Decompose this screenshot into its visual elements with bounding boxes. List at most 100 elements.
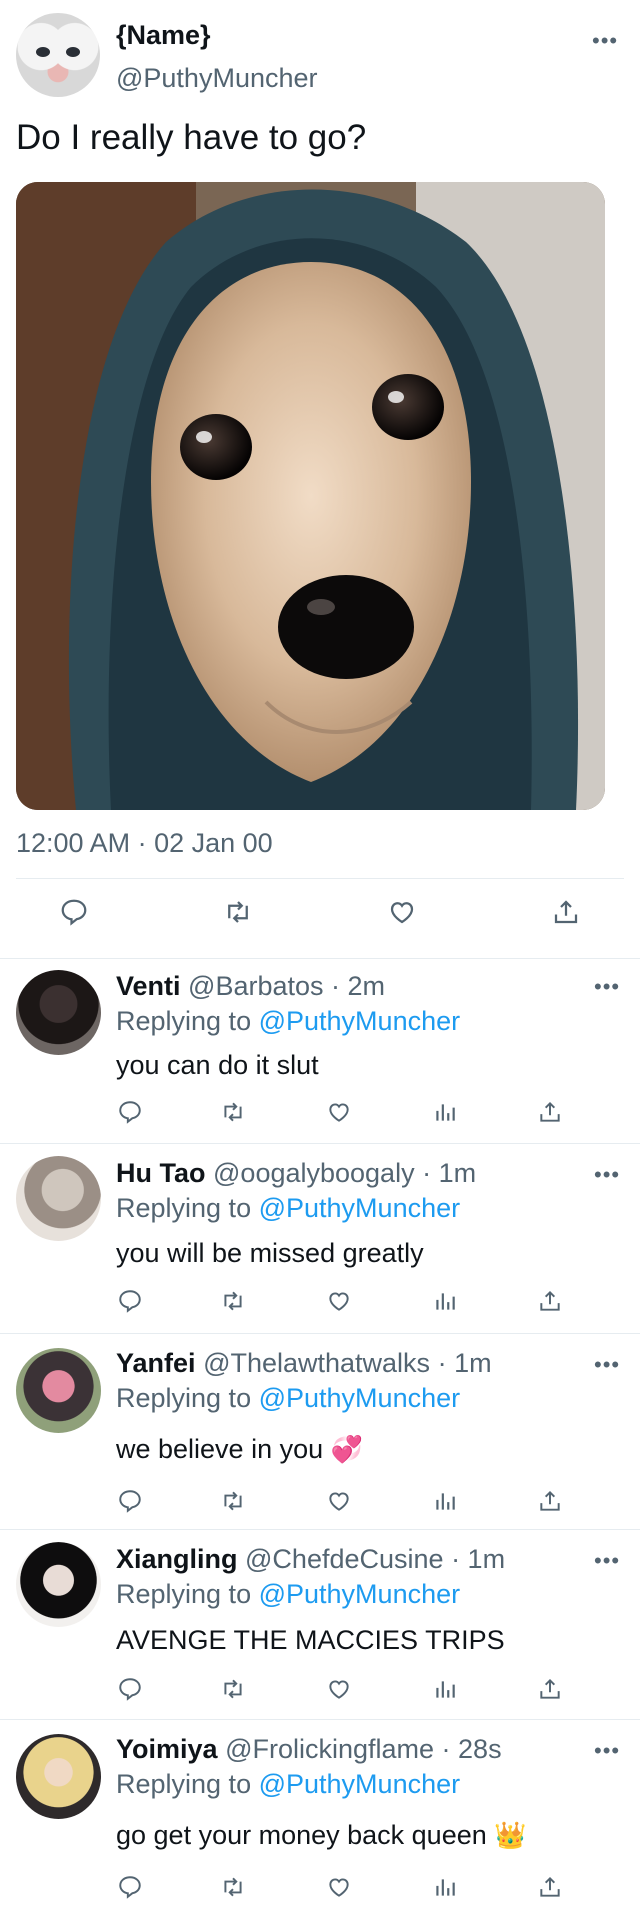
analytics-icon[interactable] bbox=[428, 1484, 462, 1518]
reply-tweet[interactable]: Venti @Barbatos · 2m ••• Replying to @Pu… bbox=[0, 960, 640, 1144]
replying-to: Replying to @PuthyMuncher bbox=[116, 1383, 460, 1414]
reply-tweet[interactable]: Hu Tao @oogalyboogaly · 1m ••• Replying … bbox=[0, 1144, 640, 1334]
avatar[interactable] bbox=[16, 1542, 101, 1627]
two-hearts-emoji: 💞 bbox=[330, 1435, 364, 1465]
replying-label: Replying to bbox=[116, 1383, 252, 1413]
reply-time: · 2m bbox=[331, 971, 386, 1001]
mention-link[interactable]: @PuthyMuncher bbox=[259, 1193, 461, 1223]
reply-text: you can do it slut bbox=[116, 1050, 319, 1081]
reply-icon[interactable] bbox=[113, 1672, 147, 1706]
more-icon[interactable]: ••• bbox=[592, 28, 618, 54]
author-name[interactable]: {Name} bbox=[116, 20, 211, 51]
reply-icon[interactable] bbox=[113, 1484, 147, 1518]
mention-link[interactable]: @PuthyMuncher bbox=[259, 1006, 461, 1036]
reply-text-content: AVENGE THE MACCIES TRIPS bbox=[116, 1625, 505, 1655]
reply-author-handle[interactable]: @Frolickingflame bbox=[225, 1734, 434, 1764]
reply-header: Hu Tao @oogalyboogaly · 1m bbox=[116, 1158, 476, 1189]
crown-emoji: 👑 bbox=[494, 1821, 527, 1851]
reply-icon[interactable] bbox=[54, 892, 94, 932]
reply-author-handle[interactable]: @Thelawthatwalks bbox=[203, 1348, 430, 1378]
reply-text-content: you can do it slut bbox=[116, 1050, 319, 1080]
analytics-icon[interactable] bbox=[428, 1672, 462, 1706]
reply-author-name[interactable]: Yoimiya bbox=[116, 1734, 218, 1764]
analytics-icon[interactable] bbox=[428, 1095, 462, 1129]
like-icon[interactable] bbox=[322, 1284, 356, 1318]
retweet-icon[interactable] bbox=[218, 892, 258, 932]
reply-actions bbox=[0, 1672, 640, 1712]
share-icon[interactable] bbox=[533, 1095, 567, 1129]
tweet-timestamp[interactable]: 12:00 AM · 02 Jan 00 bbox=[16, 828, 273, 859]
avatar[interactable] bbox=[16, 970, 101, 1055]
replying-label: Replying to bbox=[116, 1193, 252, 1223]
reply-text: AVENGE THE MACCIES TRIPS bbox=[116, 1625, 505, 1656]
reply-icon[interactable] bbox=[113, 1284, 147, 1318]
reply-header: Yanfei @Thelawthatwalks · 1m bbox=[116, 1348, 492, 1379]
divider bbox=[16, 878, 624, 879]
mention-link[interactable]: @PuthyMuncher bbox=[259, 1579, 461, 1609]
replying-to: Replying to @PuthyMuncher bbox=[116, 1579, 460, 1610]
reply-author-handle[interactable]: @oogalyboogaly bbox=[213, 1158, 415, 1188]
mention-link[interactable]: @PuthyMuncher bbox=[259, 1769, 461, 1799]
reply-tweet[interactable]: Yanfei @Thelawthatwalks · 1m ••• Replyin… bbox=[0, 1334, 640, 1530]
more-icon[interactable]: ••• bbox=[594, 1738, 620, 1764]
reply-time: · 28s bbox=[441, 1734, 502, 1764]
tweet-actions bbox=[0, 892, 640, 942]
replying-label: Replying to bbox=[116, 1006, 252, 1036]
more-icon[interactable]: ••• bbox=[594, 1162, 620, 1188]
reply-time: · 1m bbox=[422, 1158, 477, 1188]
reply-author-name[interactable]: Yanfei bbox=[116, 1348, 196, 1378]
reply-author-name[interactable]: Hu Tao bbox=[116, 1158, 206, 1188]
like-icon[interactable] bbox=[382, 892, 422, 932]
reply-author-handle[interactable]: @Barbatos bbox=[188, 971, 323, 1001]
reply-time: · 1m bbox=[437, 1348, 492, 1378]
analytics-icon[interactable] bbox=[428, 1284, 462, 1318]
replying-to: Replying to @PuthyMuncher bbox=[116, 1006, 460, 1037]
share-icon[interactable] bbox=[546, 892, 586, 932]
retweet-icon[interactable] bbox=[216, 1870, 250, 1904]
more-icon[interactable]: ••• bbox=[594, 1548, 620, 1574]
retweet-icon[interactable] bbox=[216, 1672, 250, 1706]
author-handle[interactable]: @PuthyMuncher bbox=[116, 63, 318, 94]
retweet-icon[interactable] bbox=[216, 1284, 250, 1318]
avatar[interactable] bbox=[16, 1348, 101, 1433]
mention-link[interactable]: @PuthyMuncher bbox=[259, 1383, 461, 1413]
analytics-icon[interactable] bbox=[428, 1870, 462, 1904]
more-icon[interactable]: ••• bbox=[594, 1352, 620, 1378]
divider bbox=[0, 958, 640, 959]
like-icon[interactable] bbox=[322, 1484, 356, 1518]
share-icon[interactable] bbox=[533, 1672, 567, 1706]
avatar[interactable] bbox=[16, 13, 100, 97]
tweet-photo[interactable] bbox=[16, 182, 605, 810]
replying-label: Replying to bbox=[116, 1769, 252, 1799]
retweet-icon[interactable] bbox=[216, 1484, 250, 1518]
like-icon[interactable] bbox=[322, 1095, 356, 1129]
reply-author-name[interactable]: Xiangling bbox=[116, 1544, 238, 1574]
reply-header: Yoimiya @Frolickingflame · 28s bbox=[116, 1734, 502, 1765]
replying-label: Replying to bbox=[116, 1579, 252, 1609]
reply-header: Venti @Barbatos · 2m bbox=[116, 971, 385, 1002]
reply-actions bbox=[0, 1095, 640, 1135]
dog-photo-illustration bbox=[16, 182, 605, 810]
reply-icon[interactable] bbox=[113, 1870, 147, 1904]
share-icon[interactable] bbox=[533, 1284, 567, 1318]
share-icon[interactable] bbox=[533, 1484, 567, 1518]
share-icon[interactable] bbox=[533, 1870, 567, 1904]
reply-actions bbox=[0, 1484, 640, 1524]
avatar[interactable] bbox=[16, 1156, 101, 1241]
reply-text: go get your money back queen 👑 bbox=[116, 1820, 527, 1851]
reply-tweet[interactable]: Xiangling @ChefdeCusine · 1m ••• Replyin… bbox=[0, 1530, 640, 1720]
reply-icon[interactable] bbox=[113, 1095, 147, 1129]
reply-author-name[interactable]: Venti bbox=[116, 971, 181, 1001]
reply-author-handle[interactable]: @ChefdeCusine bbox=[245, 1544, 444, 1574]
reply-tweet[interactable]: Yoimiya @Frolickingflame · 28s ••• Reply… bbox=[0, 1720, 640, 1920]
reply-text-content: we believe in you bbox=[116, 1434, 324, 1464]
reply-time: · 1m bbox=[451, 1544, 506, 1574]
like-icon[interactable] bbox=[322, 1870, 356, 1904]
reply-text: we believe in you 💞 bbox=[116, 1434, 363, 1465]
reply-actions bbox=[0, 1284, 640, 1324]
like-icon[interactable] bbox=[322, 1672, 356, 1706]
avatar[interactable] bbox=[16, 1734, 101, 1819]
more-icon[interactable]: ••• bbox=[594, 974, 620, 1000]
reply-text-content: you will be missed greatly bbox=[116, 1238, 424, 1268]
retweet-icon[interactable] bbox=[216, 1095, 250, 1129]
